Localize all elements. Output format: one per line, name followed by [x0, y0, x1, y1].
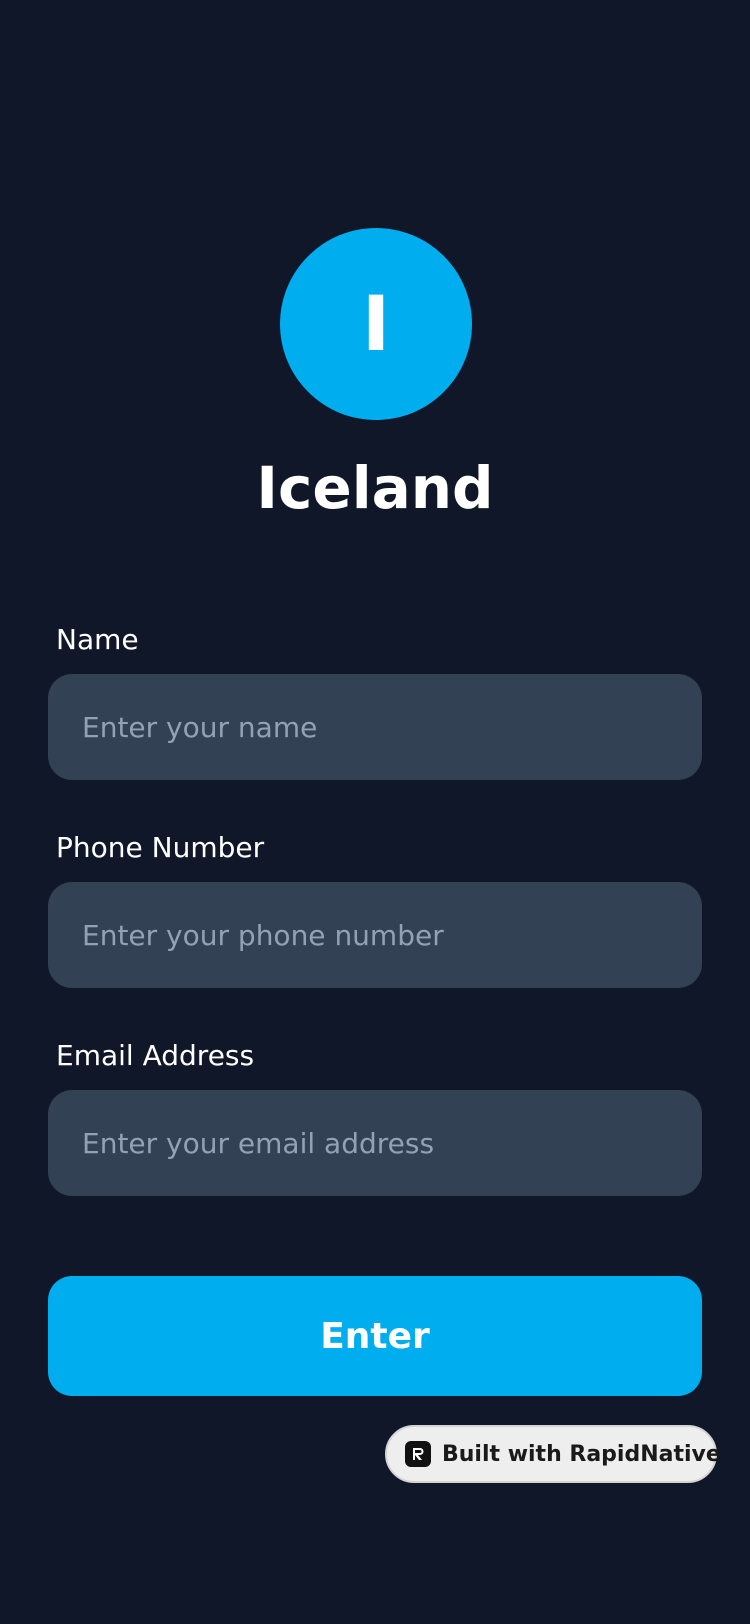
brand-avatar: I: [280, 228, 472, 420]
name-label: Name: [56, 623, 139, 656]
avatar-letter: I: [361, 279, 391, 368]
name-input[interactable]: [48, 674, 702, 780]
enter-button[interactable]: Enter: [48, 1276, 702, 1396]
email-label: Email Address: [56, 1039, 255, 1072]
page-title: Iceland: [256, 454, 494, 522]
phone-label: Phone Number: [56, 831, 265, 864]
built-with-badge[interactable]: Built with RapidNative: [385, 1425, 721, 1483]
email-input[interactable]: [48, 1090, 702, 1196]
badge-label: Built with RapidNative: [442, 1441, 721, 1467]
rapidnative-logo-icon: [405, 1441, 431, 1467]
phone-input[interactable]: [48, 882, 702, 988]
